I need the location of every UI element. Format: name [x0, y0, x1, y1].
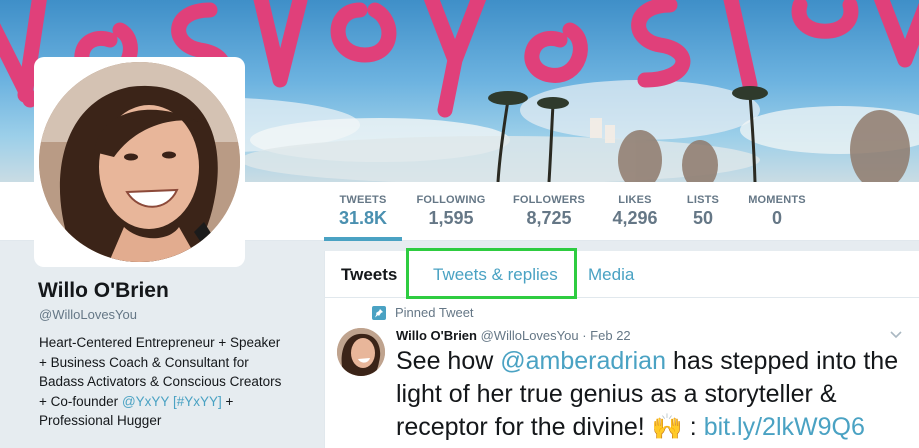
stat-lists[interactable]: LISTS 50 — [682, 182, 724, 241]
bio-line: Heart-Centered Entrepreneur + Speaker — [39, 335, 281, 350]
stat-value: 4,296 — [612, 208, 658, 228]
tweet-avatar[interactable] — [337, 328, 385, 376]
tweet-text-part: : — [682, 413, 704, 441]
raised-hands-emoji: 🙌 — [651, 413, 683, 441]
profile-name[interactable]: Willo O'Brien — [38, 279, 169, 303]
stat-likes[interactable]: LIKES 4,296 — [605, 182, 665, 241]
bio-hashtag-link[interactable]: [#YxYY] — [173, 394, 222, 409]
avatar-photo — [39, 62, 240, 262]
tweet-author-handle[interactable]: @WilloLovesYou — [481, 328, 579, 343]
tweet-author-name[interactable]: Willo O'Brien — [396, 328, 477, 343]
tweet-mention-link[interactable]: @amberadrian — [500, 347, 666, 375]
pin-icon — [372, 306, 386, 320]
stat-value: 0 — [771, 208, 782, 228]
bio-text: + — [221, 393, 234, 409]
stat-label: LISTS — [686, 194, 720, 206]
stat-label: FOLLOWING — [416, 194, 486, 206]
profile-handle[interactable]: @WilloLovesYou — [39, 307, 137, 322]
stat-moments[interactable]: MOMENTS 0 — [743, 182, 811, 241]
pinned-text: Pinned Tweet — [395, 305, 474, 320]
bio-line: Badass Activators & Conscious Creators — [39, 374, 282, 389]
stat-value: 31.8K — [338, 208, 388, 228]
stat-following[interactable]: FOLLOWING 1,595 — [412, 182, 490, 241]
bio-text: + Co-founder — [39, 393, 122, 409]
bio-line: Professional Hugger — [39, 413, 162, 428]
tweet-url-link[interactable]: bit.ly/2lkW9Q6 — [704, 413, 865, 441]
stat-value: 8,725 — [526, 208, 572, 228]
tab-tweets[interactable]: Tweets — [341, 265, 397, 285]
stat-label: TWEETS — [339, 194, 387, 206]
avatar[interactable] — [39, 62, 240, 262]
chevron-down-icon[interactable] — [889, 328, 903, 342]
profile-avatar-card — [34, 57, 245, 267]
stat-followers[interactable]: FOLLOWERS 8,725 — [509, 182, 589, 241]
stat-label: FOLLOWERS — [512, 194, 586, 206]
tweet-header: Willo O'Brien @WilloLovesYou · Feb 22 — [396, 328, 631, 343]
bio-line: + Business Coach & Consultant for — [39, 354, 249, 370]
stat-value: 50 — [692, 208, 714, 228]
tab-media[interactable]: Media — [588, 265, 634, 285]
stat-tweets[interactable]: TWEETS 31.8K — [324, 182, 402, 241]
bio-line: + Co-founder @YxYY [#YxYY] + — [39, 392, 309, 412]
tweet-avatar-photo — [337, 328, 385, 376]
stat-value: 1,595 — [428, 208, 474, 228]
tweet-text: See how @amberadrian has stepped into th… — [396, 345, 916, 444]
stat-label: MOMENTS — [748, 194, 806, 206]
profile-page: TWEETS 31.8K FOLLOWING 1,595 FOLLOWERS 8… — [0, 0, 919, 448]
profile-bio: Heart-Centered Entrepreneur + Speaker + … — [39, 333, 309, 431]
highlight-box — [406, 248, 577, 299]
bio-mention-link[interactable]: @YxYY — [122, 394, 169, 409]
tweet-date[interactable]: · Feb 22 — [582, 328, 630, 343]
tweet-text-part: See how — [396, 347, 501, 375]
stat-label: LIKES — [618, 194, 652, 206]
active-indicator — [324, 237, 402, 241]
